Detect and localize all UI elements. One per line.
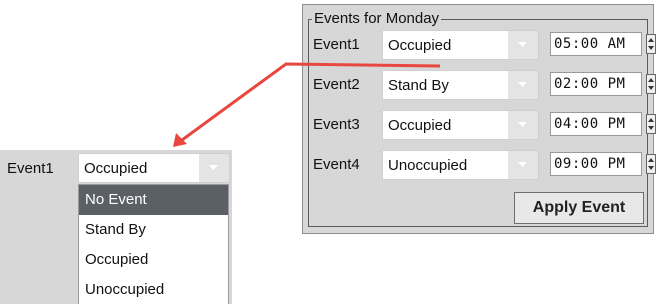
arrow-callout-icon xyxy=(173,62,441,147)
